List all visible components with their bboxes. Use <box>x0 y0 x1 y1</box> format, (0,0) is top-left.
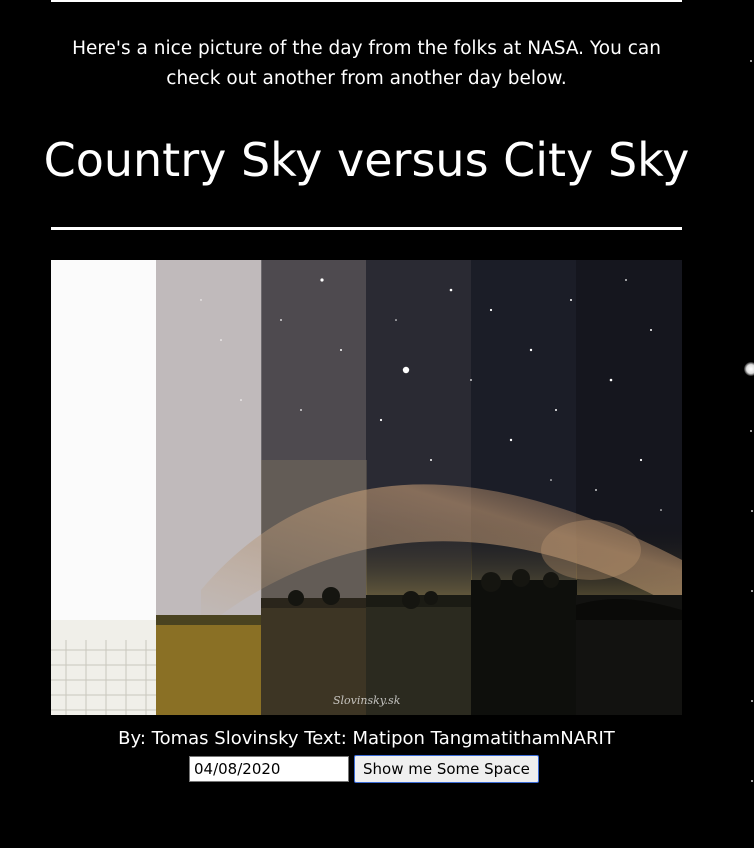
date-controls: Show me Some Space <box>189 754 539 784</box>
apod-image: Slovinsky.sk <box>51 260 682 715</box>
edge-star <box>751 590 753 592</box>
image-credit: By: Tomas Slovinsky Text: Matipon Tangma… <box>118 728 615 749</box>
edge-star <box>750 430 752 432</box>
edge-star <box>750 60 752 62</box>
top-divider <box>51 0 682 2</box>
watermark-text: Slovinsky.sk <box>333 694 401 707</box>
edge-light-orb <box>744 362 754 376</box>
edge-star <box>751 700 753 702</box>
edge-star <box>751 510 753 512</box>
edge-star <box>751 780 753 782</box>
date-input[interactable] <box>189 756 349 782</box>
title-divider <box>51 227 682 230</box>
page-title: Country Sky versus City Sky <box>43 133 690 187</box>
show-space-button[interactable]: Show me Some Space <box>354 755 539 783</box>
intro-text: Here's a nice picture of the day from th… <box>72 38 661 89</box>
